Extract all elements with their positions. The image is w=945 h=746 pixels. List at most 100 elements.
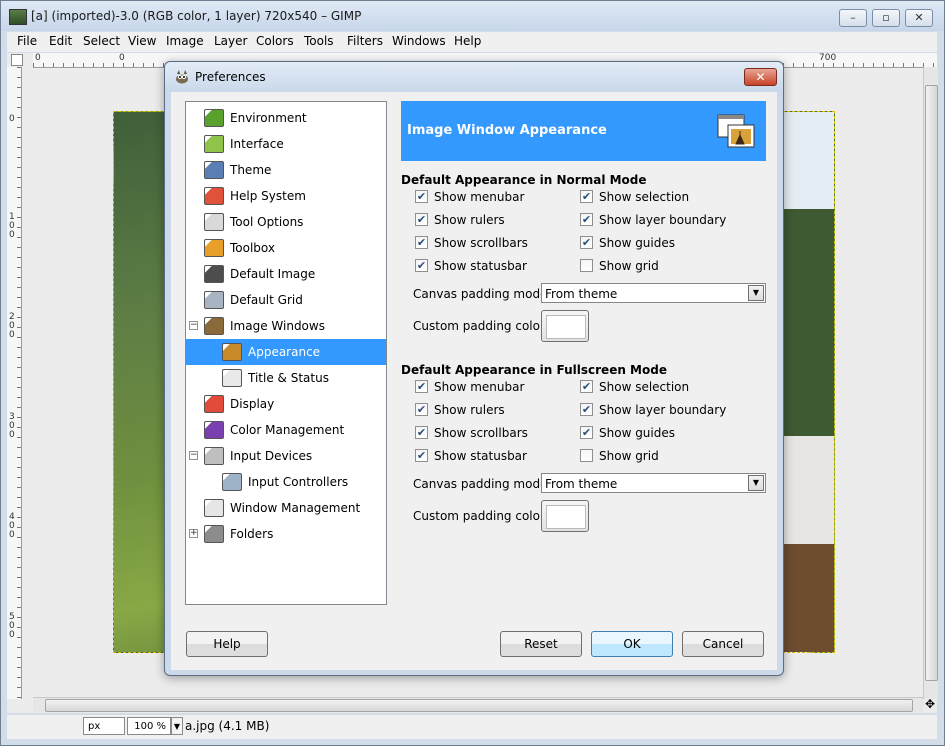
tree-item-interface[interactable]: Interface (186, 131, 386, 157)
gimp-image-icon (9, 9, 27, 25)
tree-item-display[interactable]: Display (186, 391, 386, 417)
checkmark-icon[interactable]: ✔ (415, 380, 428, 393)
fullscreen-show-layer-boundary-checkbox[interactable]: ✔ Show layer boundary (580, 401, 750, 419)
menu-colors[interactable]: Colors (256, 34, 294, 48)
fullscreen-padding-mode-select[interactable]: From theme ▼ (541, 473, 766, 493)
normal-show-grid-checkbox[interactable]: Show grid (580, 257, 750, 275)
help-button-label: Help (213, 637, 241, 651)
tree-item-environment[interactable]: Environment (186, 105, 386, 131)
fullscreen-padding-color-button[interactable] (541, 500, 589, 532)
tree-item-tool-options[interactable]: Tool Options (186, 209, 386, 235)
menu-layer[interactable]: Layer (214, 34, 247, 48)
checkbox-empty-icon[interactable] (580, 449, 593, 462)
checkbox-label: Show scrollbars (434, 236, 528, 250)
fullscreen-show-scrollbars-checkbox[interactable]: ✔ Show scrollbars (415, 424, 585, 442)
chevron-down-icon[interactable]: ▼ (748, 475, 764, 491)
fullscreen-show-grid-checkbox[interactable]: Show grid (580, 447, 750, 465)
tree-item-input-devices[interactable]: − Input Devices (186, 443, 386, 469)
quick-mask-toggle[interactable] (11, 54, 23, 66)
checkmark-icon[interactable]: ✔ (415, 403, 428, 416)
tree-item-help-system[interactable]: Help System (186, 183, 386, 209)
normal-show-selection-checkbox[interactable]: ✔ Show selection (580, 188, 750, 206)
checkmark-icon[interactable]: ✔ (415, 426, 428, 439)
horizontal-scroll-thumb[interactable] (45, 699, 913, 712)
unit-select[interactable]: px (83, 717, 125, 735)
normal-padding-color-button[interactable] (541, 310, 589, 342)
checkmark-icon[interactable]: ✔ (580, 236, 593, 249)
tree-item-title-status[interactable]: Title & Status (186, 365, 386, 391)
checkmark-icon[interactable]: ✔ (580, 213, 593, 226)
fullscreen-show-statusbar-checkbox[interactable]: ✔ Show statusbar (415, 447, 585, 465)
dialog-titlebar[interactable]: Preferences ✕ (165, 62, 783, 92)
window-titlebar[interactable]: [a] (imported)-3.0 (RGB color, 1 layer) … (1, 1, 944, 31)
checkmark-icon[interactable]: ✔ (415, 213, 428, 226)
normal-show-guides-checkbox[interactable]: ✔ Show guides (580, 234, 750, 252)
horizontal-scrollbar[interactable] (33, 697, 923, 712)
ok-button-label: OK (623, 637, 641, 651)
tree-item-input-controllers[interactable]: Input Controllers (186, 469, 386, 495)
checkmark-icon[interactable]: ✔ (415, 449, 428, 462)
tree-item-toolbox[interactable]: Toolbox (186, 235, 386, 261)
reset-button[interactable]: Reset (500, 631, 582, 657)
tree-expander-icon[interactable]: − (189, 451, 198, 460)
checkmark-icon[interactable]: ✔ (415, 236, 428, 249)
tree-item-default-image[interactable]: Default Image (186, 261, 386, 287)
fullscreen-show-guides-checkbox[interactable]: ✔ Show guides (580, 424, 750, 442)
checkmark-icon[interactable]: ✔ (580, 426, 593, 439)
help-button[interactable]: Help (186, 631, 268, 657)
checkmark-icon[interactable]: ✔ (580, 380, 593, 393)
tree-item-folders[interactable]: + Folders (186, 521, 386, 547)
menu-select[interactable]: Select (83, 34, 120, 48)
vertical-scrollbar[interactable] (923, 67, 938, 699)
tree-item-color-management[interactable]: Color Management (186, 417, 386, 443)
menu-tools[interactable]: Tools (304, 34, 334, 48)
checkmark-icon[interactable]: ✔ (415, 190, 428, 203)
normal-show-menubar-checkbox[interactable]: ✔ Show menubar (415, 188, 585, 206)
menu-image[interactable]: Image (166, 34, 204, 48)
vertical-ruler[interactable]: 0 100 200 300 400 500 (7, 67, 22, 699)
ruler-tick: 0 (9, 114, 15, 124)
checkmark-icon[interactable]: ✔ (580, 403, 593, 416)
menu-filters[interactable]: Filters (347, 34, 383, 48)
close-button[interactable]: ✕ (905, 9, 933, 27)
normal-show-scrollbars-checkbox[interactable]: ✔ Show scrollbars (415, 234, 585, 252)
menu-windows[interactable]: Windows (392, 34, 446, 48)
preferences-category-tree[interactable]: Environment Interface Theme Help System Tool… (185, 101, 387, 605)
tree-item-appearance[interactable]: Appearance (186, 339, 386, 365)
menu-view[interactable]: View (128, 34, 156, 48)
dialog-close-button[interactable]: ✕ (744, 68, 777, 86)
ok-button[interactable]: OK (591, 631, 673, 657)
normal-show-statusbar-checkbox[interactable]: ✔ Show statusbar (415, 257, 585, 275)
navigate-icon[interactable]: ✥ (923, 697, 937, 711)
cancel-button[interactable]: Cancel (682, 631, 764, 657)
maximize-button[interactable]: ▫ (872, 9, 900, 27)
fullscreen-show-menubar-checkbox[interactable]: ✔ Show menubar (415, 378, 585, 396)
checkbox-empty-icon[interactable] (580, 259, 593, 272)
menu-help[interactable]: Help (454, 34, 481, 48)
tree-item-window-management[interactable]: Window Management (186, 495, 386, 521)
checkbox-label: Show rulers (434, 213, 505, 227)
chevron-down-icon[interactable]: ▼ (748, 285, 764, 301)
vertical-scroll-thumb[interactable] (925, 85, 938, 681)
tree-expander-icon[interactable]: − (189, 321, 198, 330)
fullscreen-show-selection-checkbox[interactable]: ✔ Show selection (580, 378, 750, 396)
checkbox-label: Show statusbar (434, 259, 527, 273)
tree-item-theme[interactable]: Theme (186, 157, 386, 183)
menu-edit[interactable]: Edit (49, 34, 72, 48)
tree-item-default-grid[interactable]: Default Grid (186, 287, 386, 313)
checkmark-icon[interactable]: ✔ (580, 190, 593, 203)
minimize-button[interactable]: – (839, 9, 867, 27)
tree-item-image-windows[interactable]: − Image Windows (186, 313, 386, 339)
menu-file[interactable]: File (17, 34, 37, 48)
normal-show-rulers-checkbox[interactable]: ✔ Show rulers (415, 211, 585, 229)
zoom-dropdown-icon[interactable]: ▼ (171, 717, 183, 735)
zoom-input[interactable]: 100 % (127, 717, 171, 735)
normal-padding-mode-select[interactable]: From theme ▼ (541, 283, 766, 303)
tree-expander-icon[interactable]: + (189, 529, 198, 538)
theme-icon (204, 161, 224, 179)
page-banner: Image Window Appearance (401, 101, 766, 161)
fullscreen-show-rulers-checkbox[interactable]: ✔ Show rulers (415, 401, 585, 419)
normal-show-layer-boundary-checkbox[interactable]: ✔ Show layer boundary (580, 211, 750, 229)
checkbox-label: Show layer boundary (599, 213, 727, 227)
checkmark-icon[interactable]: ✔ (415, 259, 428, 272)
